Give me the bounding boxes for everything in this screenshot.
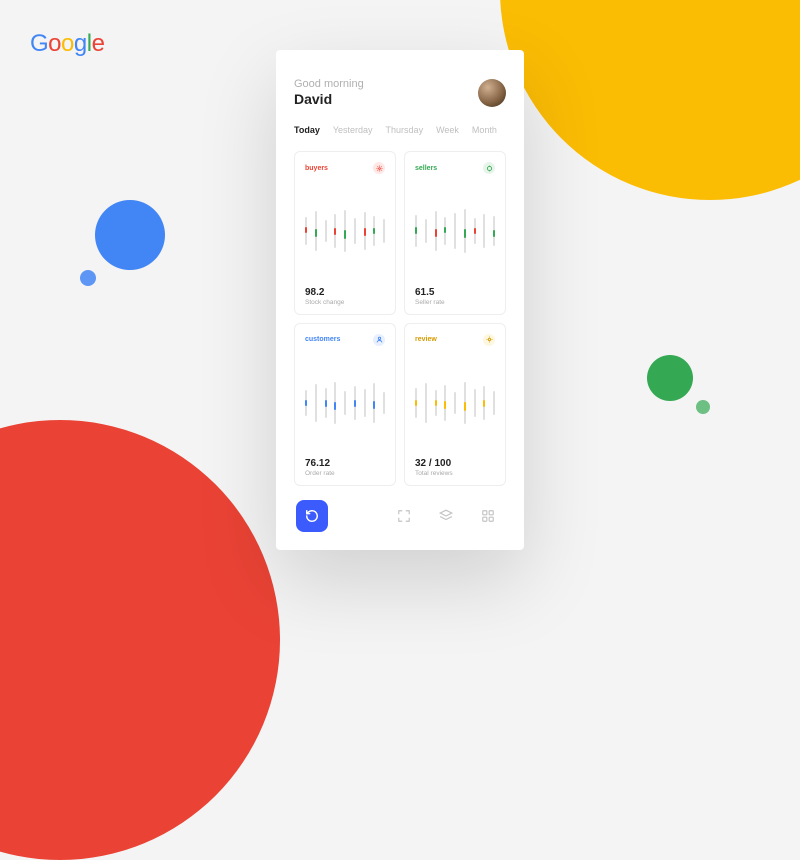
- card-title: sellers: [415, 165, 437, 172]
- tab-week[interactable]: Week: [436, 125, 459, 135]
- sellers-icon: [483, 162, 495, 174]
- card-value: 32 / 100: [415, 458, 495, 469]
- refresh-button[interactable]: [296, 500, 328, 532]
- username-text: David: [294, 91, 364, 107]
- header: Good morning David: [294, 78, 506, 107]
- mini-chart: [305, 182, 385, 281]
- bg-circle-red: [0, 420, 280, 860]
- bg-circle-green-small: [696, 400, 710, 414]
- card-value: 98.2: [305, 287, 385, 298]
- google-logo: Google: [30, 30, 104, 58]
- phone-frame: Good morning David Today Yesterday Thursda…: [276, 50, 524, 550]
- bg-circle-blue-small: [80, 270, 96, 286]
- layers-button[interactable]: [438, 508, 454, 524]
- card-sellers[interactable]: sellers 61.5Seller rate: [404, 151, 506, 315]
- tab-yesterday[interactable]: Yesterday: [333, 125, 373, 135]
- refresh-icon: [305, 509, 319, 523]
- bg-circle-green: [647, 355, 693, 401]
- customers-icon: [373, 334, 385, 346]
- review-icon: [483, 334, 495, 346]
- tab-today[interactable]: Today: [294, 125, 320, 135]
- tab-month[interactable]: Month: [472, 125, 497, 135]
- buyers-icon: [373, 162, 385, 174]
- grid-icon: [481, 509, 495, 523]
- card-label: Seller rate: [415, 299, 495, 306]
- cards-grid: buyers 98.2Stock change sellers 61.5Seller …: [294, 151, 506, 486]
- card-label: Stock change: [305, 299, 385, 306]
- card-review[interactable]: review 32 / 100Total reviews: [404, 323, 506, 487]
- card-customers[interactable]: customers 76.12Order rate: [294, 323, 396, 487]
- tab-thursday[interactable]: Thursday: [386, 125, 424, 135]
- mini-chart: [305, 354, 385, 453]
- mini-chart: [415, 354, 495, 453]
- card-label: Order rate: [305, 470, 385, 477]
- card-title: review: [415, 336, 437, 343]
- bottom-nav: [294, 500, 506, 532]
- avatar[interactable]: [478, 79, 506, 107]
- layers-icon: [439, 509, 453, 523]
- card-title: buyers: [305, 165, 328, 172]
- mini-chart: [415, 182, 495, 281]
- expand-icon: [397, 509, 411, 523]
- card-title: customers: [305, 336, 340, 343]
- expand-button[interactable]: [396, 508, 412, 524]
- card-buyers[interactable]: buyers 98.2Stock change: [294, 151, 396, 315]
- card-value: 61.5: [415, 287, 495, 298]
- card-value: 76.12: [305, 458, 385, 469]
- bg-circle-yellow: [500, 0, 800, 200]
- card-label: Total reviews: [415, 470, 495, 477]
- date-tabs: TodayYesterdayThursdayWeekMonthM: [294, 125, 506, 135]
- bg-circle-blue: [95, 200, 165, 270]
- grid-button[interactable]: [480, 508, 496, 524]
- greeting-text: Good morning: [294, 78, 364, 90]
